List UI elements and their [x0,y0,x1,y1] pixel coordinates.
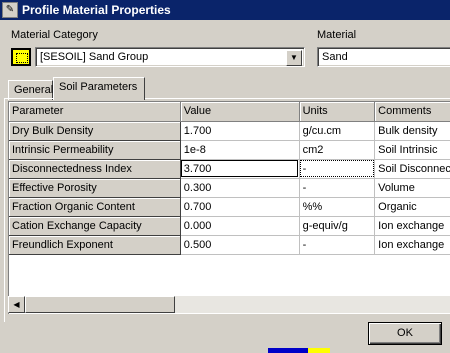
taskbar-edge [0,347,450,353]
taskbar-block [308,348,330,353]
units-cell[interactable]: cm2 [299,140,376,160]
chevron-down-icon[interactable]: ▼ [286,50,302,66]
column-header-value[interactable]: Value [180,102,300,122]
table-row: Intrinsic Permeability 1e-8 cm2 Soil Int… [9,140,450,160]
material-field[interactable]: Sand [317,47,450,67]
material-category-dropdown[interactable]: [SESOIL] Sand Group ▼ [35,47,305,67]
parameter-cell[interactable]: Dry Bulk Density [9,121,181,141]
parameter-cell[interactable]: Disconnectedness Index [9,159,181,179]
table-row: Dry Bulk Density 1.700 g/cu.cm Bulk dens… [9,121,450,141]
parameters-table: Parameter Value Units Comments Dry Bulk … [9,102,450,255]
units-cell[interactable]: - [299,178,376,198]
units-cell[interactable]: %% [299,197,376,217]
value-cell[interactable]: 0.700 [180,197,300,217]
parameter-cell[interactable]: Intrinsic Permeability [9,140,181,160]
ok-button[interactable]: OK [368,322,442,345]
table-row: Cation Exchange Capacity 0.000 g-equiv/g… [9,216,450,236]
table-row: Effective Porosity 0.300 - Volume [9,178,450,198]
comments-cell[interactable]: Volume [374,178,450,198]
parameter-cell[interactable]: Freundlich Exponent [9,235,181,255]
comments-cell[interactable]: Organic [374,197,450,217]
table-row: Disconnectedness Index 3.700 - Soil Disc… [9,159,450,179]
parameter-cell[interactable]: Effective Porosity [9,178,181,198]
parameter-cell[interactable]: Fraction Organic Content [9,197,181,217]
tab-general[interactable]: General [8,80,53,100]
table-row: Fraction Organic Content 0.700 %% Organi… [9,197,450,217]
column-header-comments[interactable]: Comments [374,102,450,122]
comments-cell[interactable]: Ion exchange [374,216,450,236]
value-cell[interactable]: 0.500 [180,235,300,255]
ok-button-label: OK [397,327,413,339]
value-cell-selected[interactable]: 3.700 [180,159,300,179]
comments-cell[interactable]: Soil Disconnect [374,159,450,179]
category-color-swatch[interactable] [11,48,31,66]
tab-soil-parameters[interactable]: Soil Parameters [53,77,145,100]
material-category-value: [SESOIL] Sand Group [40,51,149,63]
table-row: Freundlich Exponent 0.500 - Ion exchange [9,235,450,255]
horizontal-scrollbar[interactable]: ◀ [8,296,450,313]
title-bar: ✎ Profile Material Properties [0,0,450,20]
taskbar-block [268,348,308,353]
value-cell[interactable]: 1e-8 [180,140,300,160]
units-cell[interactable]: g/cu.cm [299,121,376,141]
comments-cell[interactable]: Soil Intrinsic [374,140,450,160]
column-header-parameter[interactable]: Parameter [9,102,181,122]
soil-parameters-grid[interactable]: Parameter Value Units Comments Dry Bulk … [8,101,450,314]
comments-cell[interactable]: Bulk density [374,121,450,141]
table-header-row: Parameter Value Units Comments [9,102,450,122]
window-title: Profile Material Properties [22,3,171,17]
comments-cell[interactable]: Ion exchange [374,235,450,255]
parameter-cell[interactable]: Cation Exchange Capacity [9,216,181,236]
value-cell[interactable]: 1.700 [180,121,300,141]
units-cell[interactable]: g-equiv/g [299,216,376,236]
units-cell[interactable]: - [299,235,376,255]
units-cell[interactable]: - [299,159,376,179]
scroll-left-icon[interactable]: ◀ [8,296,25,313]
material-label: Material [317,29,357,41]
scrollbar-thumb[interactable] [25,296,175,313]
column-header-units[interactable]: Units [299,102,376,122]
material-category-label: Material Category [11,29,98,41]
value-cell[interactable]: 0.000 [180,216,300,236]
material-value: Sand [322,51,348,63]
app-icon: ✎ [2,2,18,18]
value-cell[interactable]: 0.300 [180,178,300,198]
